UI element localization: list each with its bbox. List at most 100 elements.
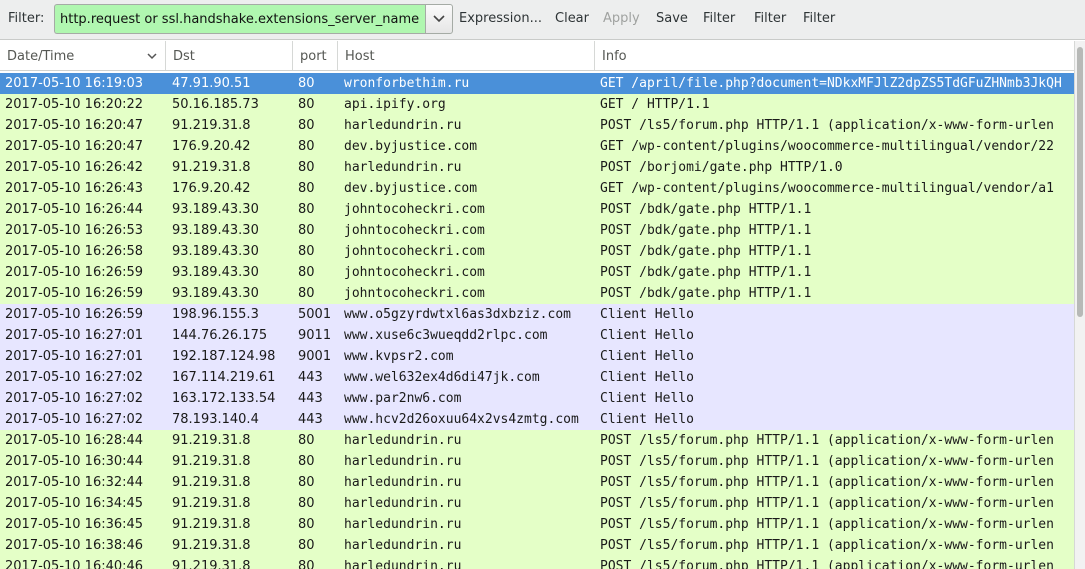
cell-port: 80 xyxy=(298,286,315,301)
vertical-scrollbar[interactable] xyxy=(1074,41,1085,569)
packet-list-header: Date/Time Dst port Host Info xyxy=(0,41,1074,71)
packet-row[interactable]: 2017-05-10 16:32:44 91.219.31.8 80 harledun… xyxy=(0,472,1074,493)
cell-host: johntocoheckri.com xyxy=(344,265,485,280)
cell-port: 80 xyxy=(298,139,315,154)
cell-dst: 91.219.31.8 xyxy=(172,475,251,490)
column-header-datetime[interactable]: Date/Time xyxy=(0,41,166,70)
packet-row[interactable]: 2017-05-10 16:27:02 167.114.219.61 443 www.… xyxy=(0,367,1074,388)
cell-port: 80 xyxy=(298,181,315,196)
cell-dst: 198.96.155.3 xyxy=(172,307,259,322)
column-header-dst[interactable]: Dst xyxy=(166,41,293,70)
cell-host: harledundrin.ru xyxy=(344,433,462,448)
packet-row[interactable]: 2017-05-10 16:26:58 93.189.43.30 80 johntoc… xyxy=(0,241,1074,262)
packet-row[interactable]: 2017-05-10 16:28:44 91.219.31.8 80 harledun… xyxy=(0,430,1074,451)
packet-row[interactable]: 2017-05-10 16:20:47 91.219.31.8 80 harledun… xyxy=(0,115,1074,136)
cell-info: POST /bdk/gate.php HTTP/1.1 xyxy=(600,265,812,280)
packet-row[interactable]: 2017-05-10 16:38:46 91.219.31.8 80 harledun… xyxy=(0,535,1074,556)
packet-row[interactable]: 2017-05-10 16:36:45 91.219.31.8 80 harledun… xyxy=(0,514,1074,535)
cell-host: www.par2nw6.com xyxy=(344,391,462,406)
cell-info: POST /bdk/gate.php HTTP/1.1 xyxy=(600,202,812,217)
cell-datetime: 2017-05-10 16:38:46 xyxy=(5,538,144,553)
column-header-info[interactable]: Info xyxy=(595,41,1074,70)
filter-button-1[interactable]: Filter xyxy=(703,11,735,26)
cell-port: 80 xyxy=(298,433,315,448)
cell-dst: 176.9.20.42 xyxy=(172,139,251,154)
cell-host: johntocoheckri.com xyxy=(344,286,485,301)
cell-dst: 91.219.31.8 xyxy=(172,538,251,553)
cell-port: 80 xyxy=(298,496,315,511)
packet-row[interactable]: 2017-05-10 16:27:02 78.193.140.4 443 www.hc… xyxy=(0,409,1074,430)
packet-row[interactable]: 2017-05-10 16:20:47 176.9.20.42 80 dev.byju… xyxy=(0,136,1074,157)
filter-label: Filter: xyxy=(8,11,45,26)
packet-row[interactable]: 2017-05-10 16:26:59 93.189.43.30 80 johntoc… xyxy=(0,262,1074,283)
cell-dst: 192.187.124.98 xyxy=(172,349,276,364)
cell-datetime: 2017-05-10 16:36:45 xyxy=(5,517,144,532)
packet-row[interactable]: 2017-05-10 16:27:01 192.187.124.98 9001 www… xyxy=(0,346,1074,367)
packet-row[interactable]: 2017-05-10 16:26:53 93.189.43.30 80 johntoc… xyxy=(0,220,1074,241)
packet-row[interactable]: 2017-05-10 16:26:43 176.9.20.42 80 dev.byju… xyxy=(0,178,1074,199)
cell-host: www.hcv2d26oxuu64x2vs4zmtg.com xyxy=(344,412,579,427)
display-filter-input[interactable]: http.request or ssl.handshake.extensions… xyxy=(54,4,426,34)
cell-info: Client Hello xyxy=(600,307,694,322)
filter-button-3[interactable]: Filter xyxy=(803,11,835,26)
cell-datetime: 2017-05-10 16:27:02 xyxy=(5,370,144,385)
apply-button[interactable]: Apply xyxy=(603,11,640,26)
cell-port: 443 xyxy=(298,391,323,406)
scrollbar-thumb[interactable] xyxy=(1077,47,1083,317)
cell-dst: 91.219.31.8 xyxy=(172,517,251,532)
column-header-host[interactable]: Host xyxy=(338,41,595,70)
packet-row[interactable]: 2017-05-10 16:20:22 50.16.185.73 80 api.ipi… xyxy=(0,94,1074,115)
packet-row[interactable]: 2017-05-10 16:26:59 93.189.43.30 80 johntoc… xyxy=(0,283,1074,304)
cell-host: johntocoheckri.com xyxy=(344,223,485,238)
cell-host: johntocoheckri.com xyxy=(344,202,485,217)
cell-info: POST /bdk/gate.php HTTP/1.1 xyxy=(600,244,812,259)
cell-port: 443 xyxy=(298,412,323,427)
cell-port: 443 xyxy=(298,370,323,385)
packet-row[interactable]: 2017-05-10 16:30:44 91.219.31.8 80 harledun… xyxy=(0,451,1074,472)
column-header-label: Date/Time xyxy=(7,49,75,64)
packet-row-selected[interactable]: 2017-05-10 16:19:03 47.91.90.51 80 wronforb… xyxy=(0,73,1074,94)
cell-dst: 167.114.219.61 xyxy=(172,370,276,385)
cell-datetime: 2017-05-10 16:26:59 xyxy=(5,307,144,322)
cell-info: GET /wp-content/plugins/woocommerce-mult… xyxy=(600,181,1054,196)
column-header-port[interactable]: port xyxy=(293,41,338,70)
cell-host: www.o5gzyrdwtxl6as3dxbziz.com xyxy=(344,307,571,322)
cell-datetime: 2017-05-10 16:20:47 xyxy=(5,118,144,133)
cell-info: Client Hello xyxy=(600,391,694,406)
packet-row[interactable]: 2017-05-10 16:34:45 91.219.31.8 80 harledun… xyxy=(0,493,1074,514)
cell-dst: 93.189.43.30 xyxy=(172,265,259,280)
packet-row[interactable]: 2017-05-10 16:26:44 93.189.43.30 80 johntoc… xyxy=(0,199,1074,220)
cell-host: harledundrin.ru xyxy=(344,538,462,553)
cell-datetime: 2017-05-10 16:26:42 xyxy=(5,160,144,175)
cell-port: 80 xyxy=(298,244,315,259)
cell-datetime: 2017-05-10 16:26:59 xyxy=(5,286,144,301)
packet-row[interactable]: 2017-05-10 16:26:42 91.219.31.8 80 harledun… xyxy=(0,157,1074,178)
cell-host: harledundrin.ru xyxy=(344,517,462,532)
packet-row[interactable]: 2017-05-10 16:27:01 144.76.26.175 9011 www.… xyxy=(0,325,1074,346)
filter-toolbar: Filter: http.request or ssl.handshake.ex… xyxy=(0,0,1085,40)
packet-row[interactable]: 2017-05-10 16:27:02 163.172.133.54 443 www.… xyxy=(0,388,1074,409)
cell-info: Client Hello xyxy=(600,349,694,364)
cell-datetime: 2017-05-10 16:34:45 xyxy=(5,496,144,511)
cell-dst: 91.219.31.8 xyxy=(172,118,251,133)
cell-info: POST /borjomi/gate.php HTTP/1.0 xyxy=(600,160,843,175)
save-button[interactable]: Save xyxy=(656,11,688,26)
filter-history-dropdown[interactable] xyxy=(425,4,453,34)
expression-button[interactable]: Expression... xyxy=(459,11,542,26)
cell-port: 9001 xyxy=(298,349,332,364)
packet-list: 2017-05-10 16:19:03 47.91.90.51 80 wronforb… xyxy=(0,73,1074,569)
cell-dst: 163.172.133.54 xyxy=(172,391,276,406)
filter-button-2[interactable]: Filter xyxy=(754,11,786,26)
cell-host: harledundrin.ru xyxy=(344,118,462,133)
cell-host: dev.byjustice.com xyxy=(344,139,478,154)
cell-host: harledundrin.ru xyxy=(344,454,462,469)
cell-datetime: 2017-05-10 16:28:44 xyxy=(5,433,144,448)
packet-row[interactable]: 2017-05-10 16:40:46 91.219.31.8 80 harledun… xyxy=(0,556,1074,569)
cell-port: 80 xyxy=(298,97,315,112)
cell-info: POST /ls5/forum.php HTTP/1.1 (applicatio… xyxy=(600,433,1054,448)
cell-datetime: 2017-05-10 16:30:44 xyxy=(5,454,144,469)
packet-row[interactable]: 2017-05-10 16:26:59 198.96.155.3 5001 www.o… xyxy=(0,304,1074,325)
cell-info: POST /bdk/gate.php HTTP/1.1 xyxy=(600,286,812,301)
cell-info: POST /ls5/forum.php HTTP/1.1 (applicatio… xyxy=(600,475,1054,490)
clear-button[interactable]: Clear xyxy=(555,11,589,26)
